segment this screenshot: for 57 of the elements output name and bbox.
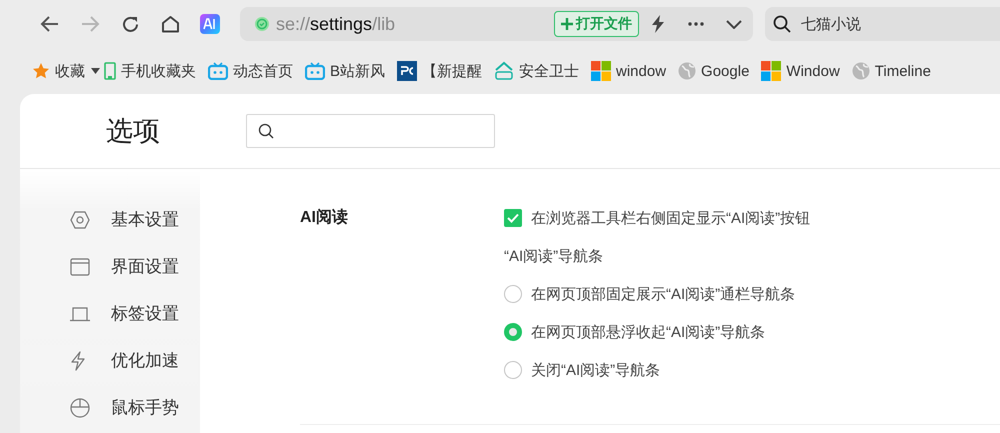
section-title: AI阅读 bbox=[300, 208, 349, 228]
bookmark-link[interactable]: Timeline bbox=[852, 62, 931, 80]
tv-face-icon bbox=[208, 62, 228, 80]
window-icon bbox=[70, 258, 90, 276]
windows-logo-icon bbox=[591, 61, 612, 81]
url-text: se://settings/lib bbox=[276, 14, 396, 34]
option-label: 在网页顶部悬浮收起“AI阅读”导航条 bbox=[531, 322, 766, 342]
hexagon-icon bbox=[70, 210, 90, 228]
bookmark-link[interactable]: B站新风 bbox=[305, 62, 386, 80]
bookmark-link[interactable]: Window bbox=[761, 61, 840, 81]
bookmark-link[interactable]: Google bbox=[678, 62, 750, 80]
reload-icon bbox=[120, 14, 140, 34]
address-bar[interactable]: se://settings/lib 打开文件 bbox=[240, 7, 753, 41]
radio-button[interactable] bbox=[504, 285, 522, 303]
sidebar-item[interactable]: 基本设置 bbox=[20, 196, 200, 243]
bookmark-link[interactable]: 动态首页 bbox=[208, 62, 293, 80]
phone-icon bbox=[104, 62, 116, 80]
option-group-label: “AI阅读”导航条 bbox=[504, 246, 604, 266]
pc-logo-icon bbox=[397, 61, 418, 81]
radio-button[interactable] bbox=[504, 361, 522, 379]
checkbox[interactable] bbox=[504, 209, 522, 227]
tv-face-icon bbox=[305, 62, 325, 80]
radio-button[interactable] bbox=[504, 323, 522, 341]
option-label: 在浏览器工具栏右侧固定显示“AI阅读”按钮 bbox=[531, 208, 810, 228]
star-icon bbox=[32, 62, 50, 80]
chevron-down-icon bbox=[726, 20, 742, 28]
back-arrow-icon bbox=[40, 15, 60, 33]
mouse-icon bbox=[70, 398, 90, 418]
plus-icon bbox=[561, 18, 573, 30]
settings-search-field[interactable] bbox=[246, 114, 495, 148]
sidebar-item[interactable]: 优化加速 bbox=[20, 337, 200, 384]
sidebar-item[interactable]: 鼠标手势 bbox=[20, 384, 200, 431]
page-title: 选项 bbox=[105, 115, 161, 148]
search-field[interactable]: 七猫小说 bbox=[765, 7, 1000, 41]
bookmark-link[interactable]: 安全卫士 bbox=[494, 61, 580, 81]
search-text: 七猫小说 bbox=[801, 14, 861, 34]
more-dots-icon bbox=[688, 22, 704, 26]
ai-logo-icon bbox=[200, 14, 220, 34]
sidebar-item[interactable]: 界面设置 bbox=[20, 243, 200, 290]
option-label: 关闭“AI阅读”导航条 bbox=[531, 360, 660, 380]
option-label: 在网页顶部固定展示“AI阅读”通栏导航条 bbox=[531, 284, 796, 304]
forward-arrow-icon bbox=[80, 15, 100, 33]
globe-icon bbox=[852, 62, 870, 80]
globe-icon bbox=[678, 62, 696, 80]
tab-icon bbox=[70, 306, 90, 322]
home-icon bbox=[160, 15, 180, 33]
bookmark-link[interactable]: 收藏 bbox=[32, 62, 85, 80]
bookmark-link[interactable]: 【新提醒 bbox=[397, 61, 482, 81]
search-icon bbox=[773, 15, 791, 33]
dropdown-caret-icon[interactable] bbox=[91, 68, 100, 74]
search-icon bbox=[258, 123, 274, 139]
windows-logo-icon bbox=[761, 61, 782, 81]
sidebar-item[interactable]: 标签设置 bbox=[20, 290, 200, 337]
bookmark-link[interactable]: 手机收藏夹 bbox=[104, 62, 196, 80]
bookmark-link[interactable]: window bbox=[591, 61, 666, 81]
lightning-icon bbox=[651, 15, 665, 33]
lightning-icon bbox=[70, 350, 86, 370]
